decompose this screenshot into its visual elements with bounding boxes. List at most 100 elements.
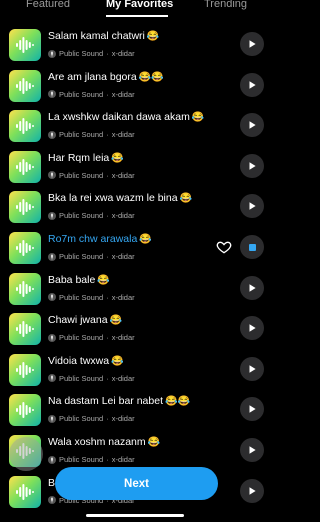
separator-dot: · xyxy=(106,49,109,58)
sound-author: x-didar xyxy=(111,292,135,302)
public-sound-icon xyxy=(48,293,56,302)
separator-dot: · xyxy=(106,170,109,180)
play-icon xyxy=(247,39,257,49)
public-sound-icon xyxy=(48,374,56,383)
sound-emoji: 😂😂 xyxy=(138,71,164,83)
separator-dot: · xyxy=(106,130,109,140)
home-indicator xyxy=(86,514,184,517)
sound-title: Vidoia twxwa 😂 xyxy=(48,355,124,367)
sound-meta: Public Sound · x-didar xyxy=(48,49,135,58)
sound-row[interactable]: La xwshkw daikan dawa akam 😂 Public Sound ·… xyxy=(0,108,270,148)
sound-source: Public Sound xyxy=(59,49,104,58)
play-button[interactable] xyxy=(240,153,264,178)
play-button[interactable] xyxy=(240,397,264,422)
sound-author: x-didar xyxy=(111,373,135,383)
play-icon xyxy=(247,323,257,333)
tab-featured[interactable]: Featured xyxy=(26,0,70,10)
sound-emoji: 😂 xyxy=(146,31,160,42)
stop-icon xyxy=(248,243,256,251)
sound-waveform-icon xyxy=(9,394,41,427)
play-button[interactable] xyxy=(240,275,264,300)
sound-source: Public Sound xyxy=(59,414,104,424)
sound-title-text: Wala xoshm nazanm xyxy=(48,436,146,448)
sound-author: x-didar xyxy=(111,170,135,180)
sound-source: Public Sound xyxy=(59,455,104,464)
sound-title: Salam kamal chatwri 😂 xyxy=(48,30,159,42)
public-sound-icon xyxy=(48,211,56,220)
sound-title-text: Chawi jwana xyxy=(48,314,108,327)
sound-title: Wala xoshm nazanm 😂 xyxy=(48,436,160,448)
play-icon xyxy=(247,404,257,414)
play-icon xyxy=(247,364,257,374)
sound-author: x-didar xyxy=(111,455,135,464)
tab-trending[interactable]: Trending xyxy=(204,0,247,10)
sound-author: x-didar xyxy=(111,49,135,58)
sound-title-text: Vidoia twxwa xyxy=(48,354,110,367)
sound-title-text: Na dastam Lei bar nabet xyxy=(48,395,163,408)
stop-button[interactable] xyxy=(240,235,264,259)
separator-dot: · xyxy=(106,333,109,343)
floating-bubble[interactable] xyxy=(9,437,43,471)
sound-source: Public Sound xyxy=(59,292,104,302)
sound-title: Baba bale 😂 xyxy=(48,274,110,286)
play-button[interactable] xyxy=(240,356,264,381)
sound-row[interactable]: Na dastam Lei bar nabet 😂😂 Public Sound · x-… xyxy=(0,392,270,432)
sound-meta: Public Sound · x-didar xyxy=(48,130,135,139)
sound-emoji: 😂 xyxy=(111,152,124,164)
public-sound-icon xyxy=(48,333,56,342)
sound-author: x-didar xyxy=(111,211,135,221)
sound-emoji: 😂 xyxy=(111,355,124,367)
sound-row[interactable]: Vidoia twxwa 😂 Public Sound · x-didar xyxy=(0,352,270,392)
sound-row[interactable]: Baba bale 😂 Public Sound · x-didar xyxy=(0,271,270,311)
sound-source: Public Sound xyxy=(59,211,104,221)
sound-title: Har Rqm leia 😂 xyxy=(48,152,124,164)
separator-dot: · xyxy=(106,373,109,383)
sound-emoji: 😂 xyxy=(97,274,110,286)
sound-emoji: 😂 xyxy=(179,193,193,205)
sound-title: Are am jlana bgora 😂😂 xyxy=(48,71,164,83)
sound-source: Public Sound xyxy=(59,373,104,383)
play-button[interactable] xyxy=(240,438,264,462)
tab-my-favorites[interactable]: My Favorites xyxy=(106,0,173,10)
sound-title-text: Salam kamal chatwri xyxy=(48,30,145,42)
sound-row[interactable]: Chawi jwana 😂 Public Sound · x-didar xyxy=(0,311,270,351)
sound-source: Public Sound xyxy=(59,170,104,180)
play-button[interactable] xyxy=(240,32,264,56)
sound-row[interactable]: Salam kamal chatwri 😂 Public Sound · x-didar xyxy=(0,27,270,67)
play-button[interactable] xyxy=(240,72,264,97)
sound-waveform-icon xyxy=(9,69,41,102)
sound-author: x-didar xyxy=(111,89,135,99)
sound-emoji: 😂 xyxy=(109,315,122,327)
sound-waveform-icon xyxy=(9,191,41,224)
public-sound-icon xyxy=(48,252,56,261)
public-sound-icon xyxy=(48,49,56,58)
sound-title: La xwshkw daikan dawa akam 😂 xyxy=(48,111,204,123)
public-sound-icon xyxy=(48,171,56,180)
play-button[interactable] xyxy=(240,194,264,219)
sound-author: x-didar xyxy=(111,333,135,343)
play-icon xyxy=(247,120,257,130)
next-button[interactable]: Next xyxy=(55,467,218,500)
separator-dot: · xyxy=(106,455,109,464)
sound-row[interactable]: Har Rqm leia 😂 Public Sound · x-didar xyxy=(0,149,270,189)
play-icon xyxy=(247,80,257,90)
active-tab-indicator xyxy=(106,15,168,17)
public-sound-icon xyxy=(48,130,56,139)
favorite-heart-icon[interactable] xyxy=(216,239,232,255)
sound-emoji: 😂 xyxy=(139,234,152,245)
sound-meta: Public Sound · x-didar xyxy=(48,455,135,464)
separator-dot: · xyxy=(106,414,109,424)
sound-source: Public Sound xyxy=(59,89,104,99)
play-button[interactable] xyxy=(240,316,264,341)
sound-title: Ro7m chw arawala 😂 xyxy=(48,233,152,245)
sound-row[interactable]: Are am jlana bgora 😂😂 Public Sound · x-didar xyxy=(0,68,270,108)
play-button[interactable] xyxy=(240,478,264,503)
sound-waveform-icon xyxy=(9,232,41,264)
sound-source: Public Sound xyxy=(59,130,104,140)
sound-row[interactable]: Bka la rei xwa wazm le bina 😂 Public Sound… xyxy=(0,189,270,229)
play-icon xyxy=(247,445,257,455)
sound-row[interactable]: Ro7m chw arawala 😂 Public Sound · x-didar xyxy=(0,230,270,270)
separator-dot: · xyxy=(106,211,109,221)
sound-author: x-didar xyxy=(111,130,135,140)
play-button[interactable] xyxy=(240,113,264,138)
